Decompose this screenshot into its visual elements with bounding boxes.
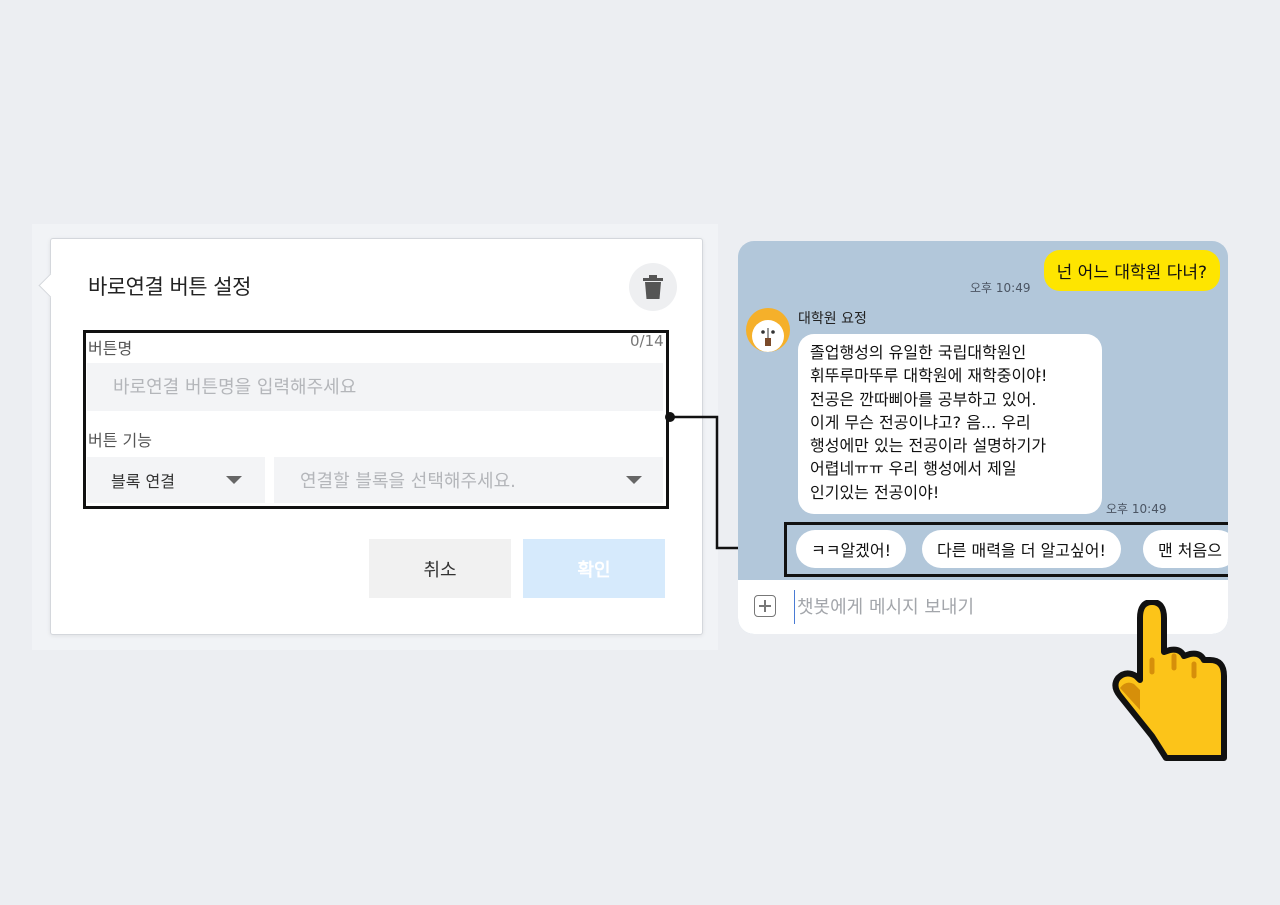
bot-message-line: 전공은 깐따삐아를 공부하고 있어. [810, 389, 1037, 409]
bot-message-bubble: 졸업행성의 유일한 국립대학원인 휘뚜루마뚜루 대학원에 재학중이야! 전공은 … [798, 334, 1102, 514]
highlight-box [784, 522, 1228, 577]
bot-message-line: 인기있는 전공이야! [810, 482, 940, 502]
bot-name: 대학원 요정 [798, 311, 867, 327]
pointing-hand-icon [1112, 600, 1227, 761]
bot-message-line: 휘뚜루마뚜루 대학원에 재학중이야! [810, 366, 1048, 386]
bot-message-line: 졸업행성의 유일한 국립대학원인 [810, 343, 1027, 362]
plus-icon[interactable] [754, 595, 776, 617]
bot-avatar [746, 308, 790, 352]
chat-preview: 넌 어느 대학원 다녀? 오후 10:49 대학원 요정 졸업행성의 유일한 국… [738, 241, 1228, 634]
bot-message-line: 이게 무슨 전공이냐고? 음... 우리 [810, 412, 1031, 432]
bot-message-line: 어렵네ㅠㅠ 우리 행성에서 제일 [810, 459, 1017, 479]
bot-message-line: 행성에만 있는 전공이라 설명하기가 [810, 436, 1047, 456]
bot-message-time: 오후 10:49 [1106, 502, 1167, 516]
user-message-bubble: 넌 어느 대학원 다녀? [1043, 250, 1220, 291]
user-message-time: 오후 10:49 [970, 281, 1031, 295]
